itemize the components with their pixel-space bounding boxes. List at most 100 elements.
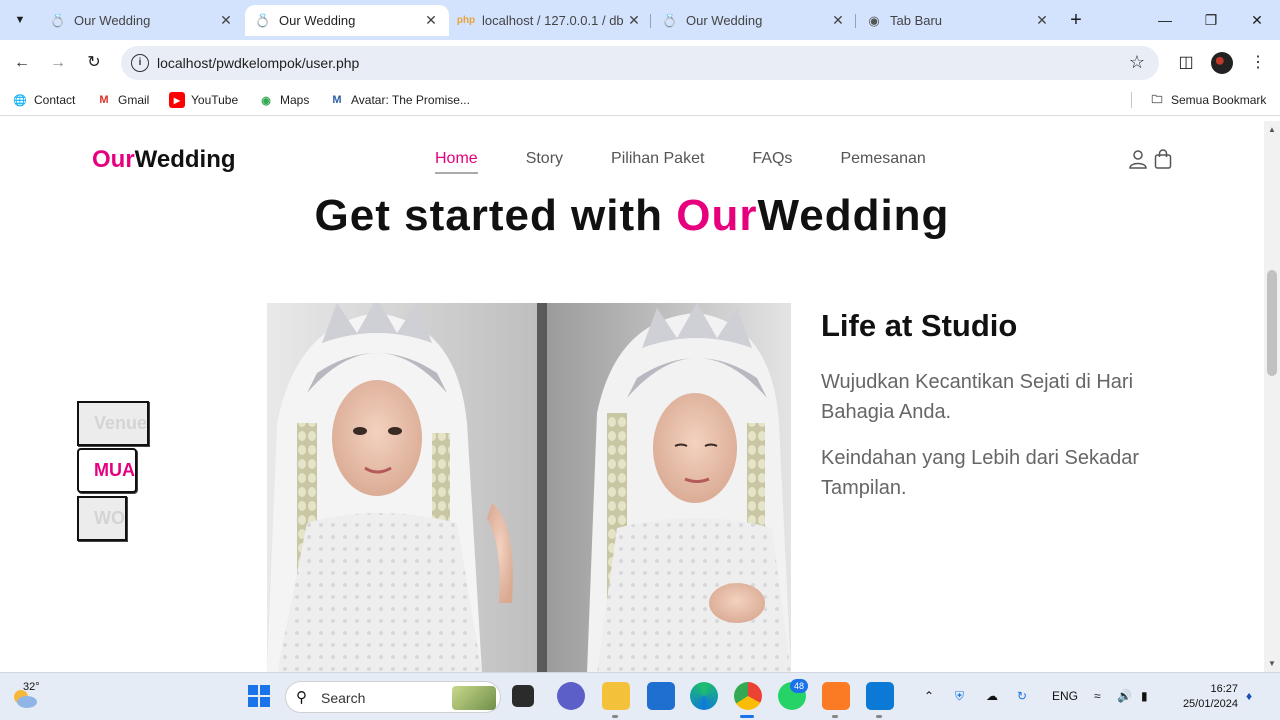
- shopping-bag-icon[interactable]: [1154, 149, 1172, 169]
- running-indicator: [740, 715, 754, 718]
- show-hidden-icons-icon[interactable]: ⌃: [924, 689, 934, 703]
- globe-icon: 🌐: [13, 94, 27, 107]
- edge-icon[interactable]: [690, 682, 718, 710]
- close-icon[interactable]: ✕: [830, 12, 846, 29]
- chrome-icon[interactable]: [734, 682, 762, 710]
- address-bar[interactable]: i localhost/pwdkelompok/user.php ☆: [121, 46, 1159, 80]
- nav-story[interactable]: Story: [526, 150, 563, 174]
- back-button[interactable]: ←: [10, 51, 34, 75]
- bookmark-youtube[interactable]: ▶ YouTube: [169, 92, 238, 108]
- bookmark-label: YouTube: [191, 93, 239, 107]
- microsoft-store-icon[interactable]: [647, 682, 675, 710]
- tab-our-wedding-1[interactable]: 💍 Our Wedding ✕: [40, 5, 244, 36]
- ring-icon: 💍: [49, 12, 67, 28]
- profile-avatar[interactable]: [1211, 52, 1233, 74]
- forward-button[interactable]: →: [46, 51, 70, 75]
- window-close-button[interactable]: ✕: [1234, 8, 1280, 32]
- tab-our-wedding-3[interactable]: 💍 Our Wedding ✕: [652, 5, 856, 36]
- phpmyadmin-icon: php: [456, 15, 476, 26]
- bridal-photo: [267, 303, 791, 672]
- menu-dots-icon[interactable]: ⋮: [1247, 52, 1269, 74]
- windows-start-icon[interactable]: [245, 682, 273, 710]
- bookmark-label: Contact: [34, 93, 76, 107]
- tab-new-tab[interactable]: ◉ Tab Baru ✕: [856, 5, 1060, 36]
- folder-icon: 🗀: [1151, 93, 1163, 106]
- scroll-up-arrow-icon[interactable]: ▲: [1268, 125, 1276, 134]
- page-viewport: OurWedding Home Story Pilihan Paket FAQs…: [0, 121, 1264, 672]
- scrollbar-thumb[interactable]: [1267, 270, 1277, 376]
- logo-accent: Our: [92, 146, 135, 173]
- hero-accent: Our: [676, 191, 758, 240]
- url-text[interactable]: localhost/pwdkelompok/user.php: [157, 55, 359, 71]
- site-logo[interactable]: OurWedding: [92, 146, 236, 174]
- cloud-sync-icon[interactable]: ☁: [986, 689, 998, 703]
- bookmark-label: Avatar: The Promise...: [351, 93, 470, 107]
- all-bookmarks-folder[interactable]: 🗀 Semua Bookmark: [1149, 92, 1267, 108]
- avatar-site-icon: M: [332, 94, 342, 106]
- battery-icon[interactable]: ▮: [1141, 689, 1148, 703]
- reload-button[interactable]: ↻: [82, 51, 106, 75]
- bookmark-label: Gmail: [118, 93, 150, 107]
- language-indicator[interactable]: ENG: [1052, 689, 1078, 703]
- site-info-icon[interactable]: i: [131, 54, 149, 72]
- search-placeholder: Search: [321, 690, 366, 706]
- nav-home[interactable]: Home: [435, 150, 478, 174]
- maps-pin-icon: ◉: [261, 94, 271, 107]
- vscode-icon[interactable]: [866, 682, 894, 710]
- new-tab-button[interactable]: +: [1066, 10, 1086, 30]
- hero-title: Get started with OurWedding: [0, 191, 1264, 241]
- user-icon[interactable]: [1128, 149, 1148, 169]
- page-scrollbar[interactable]: ▲ ▼: [1264, 121, 1280, 672]
- gmail-icon: M: [99, 94, 109, 106]
- scroll-down-arrow-icon[interactable]: ▼: [1268, 659, 1276, 668]
- nav-faqs[interactable]: FAQs: [752, 150, 792, 174]
- bookmark-gmail[interactable]: M Gmail: [96, 92, 149, 108]
- notification-bell-icon[interactable]: ♦: [1246, 689, 1252, 703]
- bookmark-contact[interactable]: 🌐 Contact: [12, 92, 75, 108]
- clock-date: 25/01/2024: [1182, 698, 1238, 710]
- xampp-icon[interactable]: [822, 682, 850, 710]
- browser-toolbar: ← → ↻ i localhost/pwdkelompok/user.php ☆…: [0, 40, 1280, 86]
- side-title: Life at Studio: [821, 308, 1018, 343]
- bookmark-avatar[interactable]: M Avatar: The Promise...: [329, 92, 470, 108]
- file-explorer-icon[interactable]: [602, 682, 630, 710]
- category-wo-button[interactable]: WO: [77, 496, 127, 541]
- tab-our-wedding-2[interactable]: 💍 Our Wedding ✕: [245, 5, 449, 36]
- teams-chat-icon[interactable]: [557, 682, 585, 710]
- wifi-icon[interactable]: ≈: [1094, 689, 1101, 703]
- tab-phpmyadmin[interactable]: php localhost / 127.0.0.1 / db ✕: [448, 5, 652, 36]
- close-icon[interactable]: ✕: [423, 12, 439, 29]
- category-venue-button[interactable]: Venue: [77, 401, 149, 446]
- nav-pilihan-paket[interactable]: Pilihan Paket: [611, 150, 704, 174]
- close-icon[interactable]: ✕: [626, 12, 642, 29]
- close-icon[interactable]: ✕: [218, 12, 234, 29]
- tab-separator: [650, 14, 651, 28]
- side-paragraph: Keindahan yang Lebih dari Sekadar Tampil…: [821, 447, 1140, 499]
- volume-icon[interactable]: 🔊: [1117, 689, 1132, 703]
- taskbar-search-box[interactable]: ⚲ Search: [285, 681, 501, 713]
- defender-shield-icon[interactable]: ⛨: [955, 689, 964, 704]
- nav-pemesanan[interactable]: Pemesanan: [840, 150, 925, 174]
- hero-rest: Wedding: [757, 191, 950, 240]
- task-view-icon[interactable]: [512, 685, 534, 707]
- bookmark-maps[interactable]: ◉ Maps: [258, 92, 309, 108]
- temperature-text: 32°: [23, 681, 40, 693]
- running-indicator: [612, 715, 618, 718]
- minimize-button[interactable]: —: [1142, 8, 1188, 32]
- logo-rest: Wedding: [134, 146, 236, 173]
- clock-time: 16:27: [1210, 683, 1238, 695]
- tab-title: Our Wedding: [279, 13, 356, 28]
- restore-button[interactable]: ❐: [1188, 8, 1234, 32]
- category-mua-button[interactable]: MUA: [77, 448, 137, 493]
- system-clock[interactable]: 16:27 25/01/2024: [1170, 682, 1238, 712]
- tab-search-icon[interactable]: ▼: [8, 8, 32, 32]
- bookmark-star-icon[interactable]: ☆: [1129, 52, 1145, 73]
- ring-icon: 💍: [661, 12, 679, 28]
- update-icon[interactable]: ↻: [1017, 689, 1027, 703]
- bookmark-separator: [1131, 92, 1132, 108]
- ring-icon: 💍: [254, 12, 272, 28]
- tab-title: Our Wedding: [74, 13, 151, 28]
- chrome-icon: ◉: [868, 12, 880, 28]
- close-icon[interactable]: ✕: [1034, 12, 1050, 29]
- side-panel-icon[interactable]: ◫: [1175, 52, 1197, 74]
